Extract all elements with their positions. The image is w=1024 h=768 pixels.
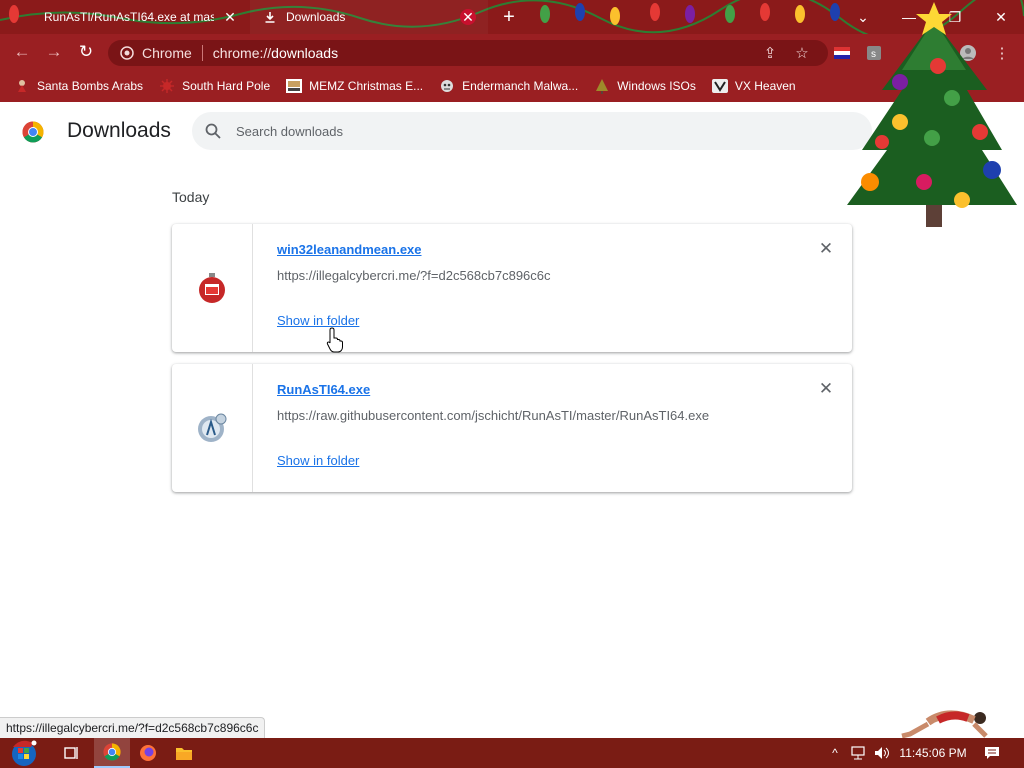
ornament-file-icon [199, 273, 225, 303]
endermanch-icon [439, 78, 455, 94]
hand-cursor-icon [326, 327, 343, 353]
bookmark-label: Santa Bombs Arabs [37, 79, 144, 93]
christmas-tree-decoration [847, 2, 1017, 227]
share-icon[interactable]: ⇪ [760, 43, 780, 63]
taskbar-clock[interactable]: 11:45:06 PM [896, 738, 970, 768]
tab-close-icon[interactable]: ✕ [460, 9, 476, 25]
address-bar[interactable]: Chrome chrome://downloads [108, 40, 828, 66]
santa-icon [14, 78, 30, 94]
tab-downloads[interactable]: Downloads ✕ [250, 0, 488, 34]
vx-icon [711, 78, 728, 94]
bookmark-vx-heaven[interactable]: VX Heaven [711, 78, 796, 94]
tab-close-icon[interactable]: ✕ [222, 9, 238, 25]
start-button[interactable] [0, 738, 48, 768]
taskbar: ^ 11:45:06 PM [0, 738, 1024, 768]
chrome-logo-icon [22, 121, 44, 143]
omnibox-separator [201, 45, 203, 61]
notifications-icon[interactable] [978, 738, 1006, 768]
download-item: RunAsTI64.exe https://raw.githubusercont… [172, 364, 852, 492]
tab-runasti-github[interactable]: RunAsTI/RunAsTI64.exe at maste ✕ [18, 0, 250, 34]
section-date-heading: Today [172, 189, 210, 205]
volume-icon[interactable] [872, 738, 892, 768]
show-in-folder-link[interactable]: Show in folder [277, 313, 359, 328]
virus-icon [159, 78, 175, 94]
firefox-taskbar-icon[interactable] [130, 738, 166, 768]
download-icon [262, 9, 278, 25]
bookmark-label: Endermanch Malwa... [462, 79, 579, 93]
file-source-url[interactable]: https://illegalcybercri.me/?f=d2c568cb7c… [277, 268, 551, 283]
search-input[interactable] [236, 123, 836, 139]
download-item: win32leanandmean.exe https://illegalcybe… [172, 224, 852, 352]
bookmark-label: South Hard Pole [182, 79, 271, 93]
show-hidden-icons-chevron-icon[interactable]: ^ [826, 738, 844, 768]
forward-arrow-icon[interactable]: → [42, 40, 66, 64]
remove-download-button[interactable]: ✕ [818, 380, 834, 397]
page-title: Downloads [67, 119, 171, 142]
bookmark-label: Windows ISOs [617, 79, 696, 93]
exe-file-icon [198, 413, 227, 442]
site-chip[interactable]: Chrome [120, 45, 192, 61]
bookmark-label: MEMZ Christmas E... [309, 79, 424, 93]
file-icon-column [172, 224, 253, 352]
reload-icon[interactable]: ↻ [74, 40, 98, 64]
tree-icon [594, 78, 610, 94]
bookmark-south-hard-pole[interactable]: South Hard Pole [159, 78, 270, 94]
file-explorer-icon[interactable] [166, 738, 202, 768]
back-arrow-icon[interactable]: ← [10, 40, 34, 64]
bookmark-label: VX Heaven [734, 79, 796, 93]
memz-icon [286, 78, 303, 94]
runner-decoration [901, 710, 988, 739]
file-name-link[interactable]: RunAsTI64.exe [277, 382, 370, 397]
file-icon-column [172, 364, 253, 492]
site-chip-label: Chrome [142, 45, 192, 61]
chrome-taskbar-icon[interactable] [94, 738, 130, 768]
file-source-url[interactable]: https://raw.githubusercontent.com/jschic… [277, 408, 709, 423]
tab-title: Downloads [286, 10, 346, 24]
network-icon[interactable] [848, 738, 868, 768]
windows-start-icon [12, 740, 37, 766]
bookmark-star-icon[interactable]: ☆ [792, 43, 812, 63]
search-bar[interactable] [192, 112, 872, 150]
remove-download-button[interactable]: ✕ [818, 240, 834, 257]
file-name-link[interactable]: win32leanandmean.exe [277, 242, 422, 257]
search-icon[interactable] [204, 122, 222, 140]
bookmark-windows-isos[interactable]: Windows ISOs [594, 78, 696, 94]
bookmark-endermanch-malware[interactable]: Endermanch Malwa... [439, 78, 578, 94]
tab-title: RunAsTI/RunAsTI64.exe at maste [44, 10, 214, 24]
show-in-folder-link[interactable]: Show in folder [277, 453, 359, 468]
url-text[interactable]: chrome://downloads [213, 45, 338, 61]
task-view-icon[interactable] [54, 738, 90, 768]
chrome-site-icon [120, 46, 134, 60]
status-bubble: https://illegalcybercri.me/?f=d2c568cb7c… [0, 717, 266, 738]
bookmark-santa-bombs-arabs[interactable]: Santa Bombs Arabs [14, 78, 143, 94]
new-tab-button[interactable]: + [498, 6, 520, 28]
bookmark-memz-christmas[interactable]: MEMZ Christmas E... [286, 78, 423, 94]
